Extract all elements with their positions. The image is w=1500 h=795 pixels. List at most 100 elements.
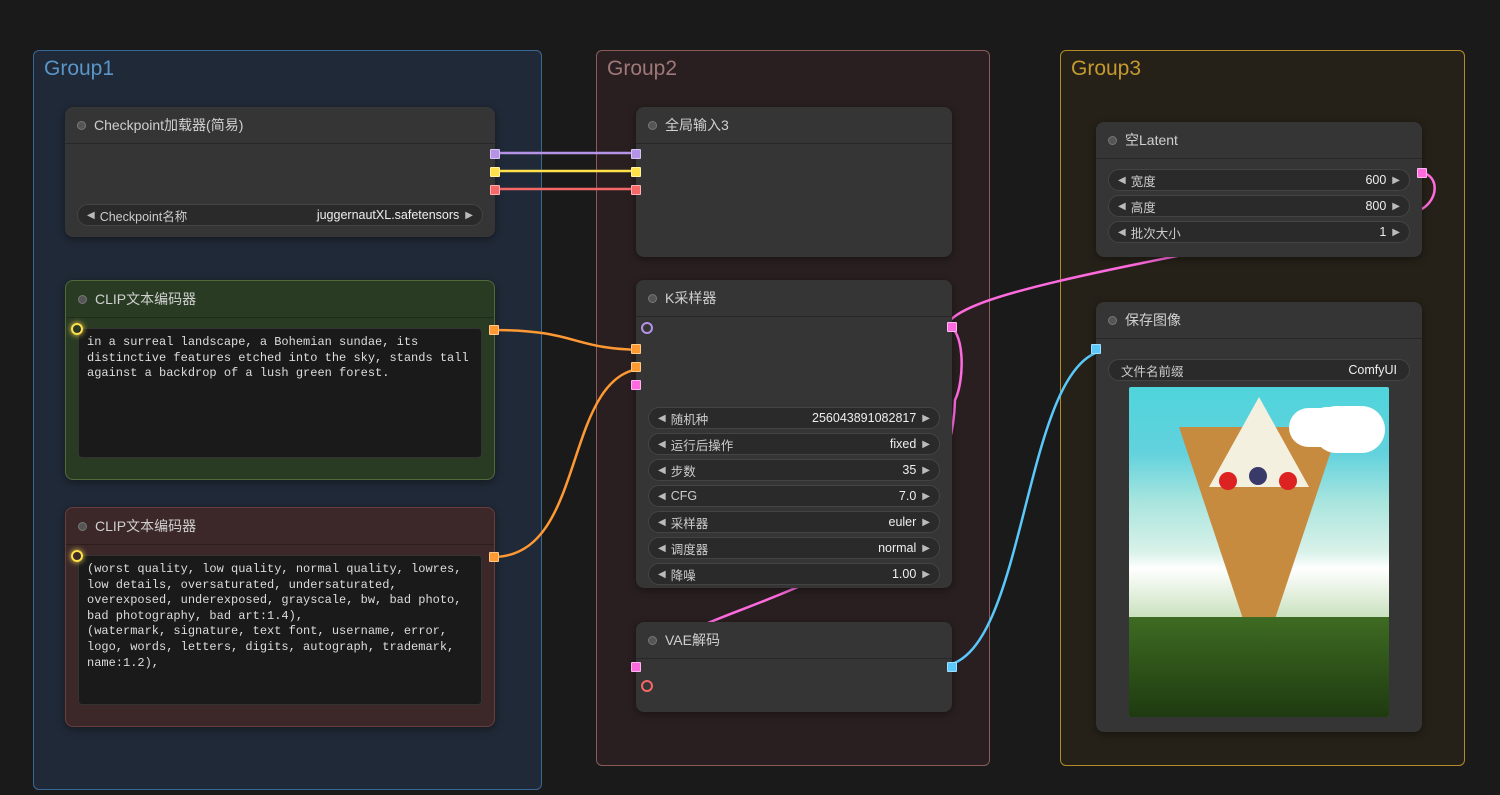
prompt-textbox[interactable]: (worst quality, low quality, normal qual… <box>78 555 482 705</box>
input-port-vae[interactable] <box>631 185 641 195</box>
cloud-icon <box>1309 407 1369 442</box>
chevron-left-icon[interactable]: ◀ <box>655 465 669 476</box>
input-port-negative[interactable] <box>631 362 641 372</box>
input-port-clip[interactable] <box>71 550 83 562</box>
widget-value: 1.00 <box>696 567 917 581</box>
widget-value: normal <box>708 541 916 555</box>
node-vae-decode[interactable]: VAE解码 <box>636 622 952 712</box>
input-port-latent[interactable] <box>631 380 641 390</box>
widget-label: 采样器 <box>671 513 709 532</box>
node-header[interactable]: K采样器 <box>636 280 952 317</box>
chevron-left-icon[interactable]: ◀ <box>655 517 669 528</box>
node-checkpoint-loader[interactable]: Checkpoint加载器(简易) ◀ Checkpoint名称 juggern… <box>65 107 495 237</box>
chevron-left-icon[interactable]: ◀ <box>655 569 669 580</box>
node-header[interactable]: CLIP文本编码器 <box>66 508 494 545</box>
output-port-model[interactable] <box>490 149 500 159</box>
input-port-image[interactable] <box>1091 344 1101 354</box>
output-port-conditioning[interactable] <box>489 552 499 562</box>
chevron-left-icon[interactable]: ◀ <box>655 543 669 554</box>
strawberry-icon <box>1219 472 1237 490</box>
chevron-right-icon[interactable]: ▶ <box>1389 201 1403 212</box>
prompt-textbox[interactable]: in a surreal landscape, a Bohemian sunda… <box>78 328 482 458</box>
node-global-inputs[interactable]: 全局输入3 <box>636 107 952 257</box>
chevron-left-icon[interactable]: ◀ <box>655 413 669 424</box>
collapse-dot-icon[interactable] <box>648 121 657 130</box>
chevron-left-icon[interactable]: ◀ <box>1115 175 1129 186</box>
input-port-clip[interactable] <box>631 167 641 177</box>
output-port-image[interactable] <box>947 662 957 672</box>
output-port-conditioning[interactable] <box>489 325 499 335</box>
output-port-latent[interactable] <box>1417 168 1427 178</box>
chevron-left-icon[interactable]: ◀ <box>1115 227 1129 238</box>
node-header[interactable]: Checkpoint加载器(简易) <box>65 107 495 144</box>
widget-batch[interactable]: ◀批次大小1▶ <box>1108 221 1410 243</box>
input-port-model[interactable] <box>631 149 641 159</box>
widget-height[interactable]: ◀高度800▶ <box>1108 195 1410 217</box>
widget-checkpoint-name[interactable]: ◀ Checkpoint名称 juggernautXL.safetensors … <box>77 204 483 226</box>
input-port-vae[interactable] <box>641 680 653 692</box>
input-port-positive[interactable] <box>631 344 641 354</box>
chevron-left-icon[interactable]: ◀ <box>655 491 669 502</box>
widget-seed[interactable]: ◀随机种256043891082817▶ <box>648 407 940 429</box>
group-title-2: Group2 <box>607 57 677 81</box>
node-clip-text-encoder-positive[interactable]: CLIP文本编码器 in a surreal landscape, a Bohe… <box>65 280 495 480</box>
node-ksampler[interactable]: K采样器 ◀随机种256043891082817▶ ◀运行后操作fixed▶ ◀… <box>636 280 952 588</box>
strawberry-icon <box>1279 472 1297 490</box>
collapse-dot-icon[interactable] <box>78 295 87 304</box>
blueberry-icon <box>1249 467 1267 485</box>
input-port-model[interactable] <box>641 322 653 334</box>
node-header[interactable]: 空Latent <box>1096 122 1422 159</box>
widget-label: 运行后操作 <box>671 435 734 454</box>
chevron-right-icon[interactable]: ▶ <box>919 413 933 424</box>
node-save-image[interactable]: 保存图像 文件名前缀 ComfyUI <box>1096 302 1422 732</box>
node-header[interactable]: VAE解码 <box>636 622 952 659</box>
widget-label: 高度 <box>1131 197 1156 216</box>
node-clip-text-encoder-negative[interactable]: CLIP文本编码器 (worst quality, low quality, n… <box>65 507 495 727</box>
chevron-left-icon[interactable]: ◀ <box>655 439 669 450</box>
widget-filename-prefix[interactable]: 文件名前缀 ComfyUI <box>1108 359 1410 381</box>
widget-value: fixed <box>733 437 916 451</box>
chevron-right-icon[interactable]: ▶ <box>919 517 933 528</box>
chevron-right-icon[interactable]: ▶ <box>919 543 933 554</box>
node-header[interactable]: CLIP文本编码器 <box>66 281 494 318</box>
node-header[interactable]: 全局输入3 <box>636 107 952 144</box>
chevron-right-icon[interactable]: ▶ <box>1389 175 1403 186</box>
chevron-right-icon[interactable]: ▶ <box>919 465 933 476</box>
chevron-right-icon[interactable]: ▶ <box>462 210 476 221</box>
group-title-3: Group3 <box>1071 57 1141 81</box>
node-empty-latent[interactable]: 空Latent ◀宽度600▶ ◀高度800▶ ◀批次大小1▶ <box>1096 122 1422 257</box>
widget-value: euler <box>708 515 916 529</box>
widget-label: Checkpoint名称 <box>100 206 188 225</box>
input-port-samples[interactable] <box>631 662 641 672</box>
node-header[interactable]: 保存图像 <box>1096 302 1422 339</box>
forest-icon <box>1129 617 1389 717</box>
node-title: Checkpoint加载器(简易) <box>94 115 243 135</box>
widget-value: 35 <box>696 463 917 477</box>
chevron-left-icon[interactable]: ◀ <box>84 210 98 221</box>
widget-sampler[interactable]: ◀采样器euler▶ <box>648 511 940 533</box>
collapse-dot-icon[interactable] <box>648 294 657 303</box>
chevron-right-icon[interactable]: ▶ <box>919 439 933 450</box>
collapse-dot-icon[interactable] <box>1108 316 1117 325</box>
widget-width[interactable]: ◀宽度600▶ <box>1108 169 1410 191</box>
widget-cfg[interactable]: ◀CFG7.0▶ <box>648 485 940 507</box>
chevron-right-icon[interactable]: ▶ <box>919 569 933 580</box>
collapse-dot-icon[interactable] <box>648 636 657 645</box>
input-port-clip[interactable] <box>71 323 83 335</box>
collapse-dot-icon[interactable] <box>78 522 87 531</box>
widget-control-after[interactable]: ◀运行后操作fixed▶ <box>648 433 940 455</box>
collapse-dot-icon[interactable] <box>1108 136 1117 145</box>
chevron-left-icon[interactable]: ◀ <box>1115 201 1129 212</box>
output-port-vae[interactable] <box>490 185 500 195</box>
widget-label: 步数 <box>671 461 696 480</box>
widget-denoise[interactable]: ◀降噪1.00▶ <box>648 563 940 585</box>
widget-scheduler[interactable]: ◀调度器normal▶ <box>648 537 940 559</box>
chevron-right-icon[interactable]: ▶ <box>919 491 933 502</box>
output-port-latent[interactable] <box>947 322 957 332</box>
widget-steps[interactable]: ◀步数35▶ <box>648 459 940 481</box>
output-port-clip[interactable] <box>490 167 500 177</box>
collapse-dot-icon[interactable] <box>77 121 86 130</box>
output-image-preview[interactable] <box>1129 387 1389 717</box>
chevron-right-icon[interactable]: ▶ <box>1389 227 1403 238</box>
group-title-1: Group1 <box>44 57 114 81</box>
